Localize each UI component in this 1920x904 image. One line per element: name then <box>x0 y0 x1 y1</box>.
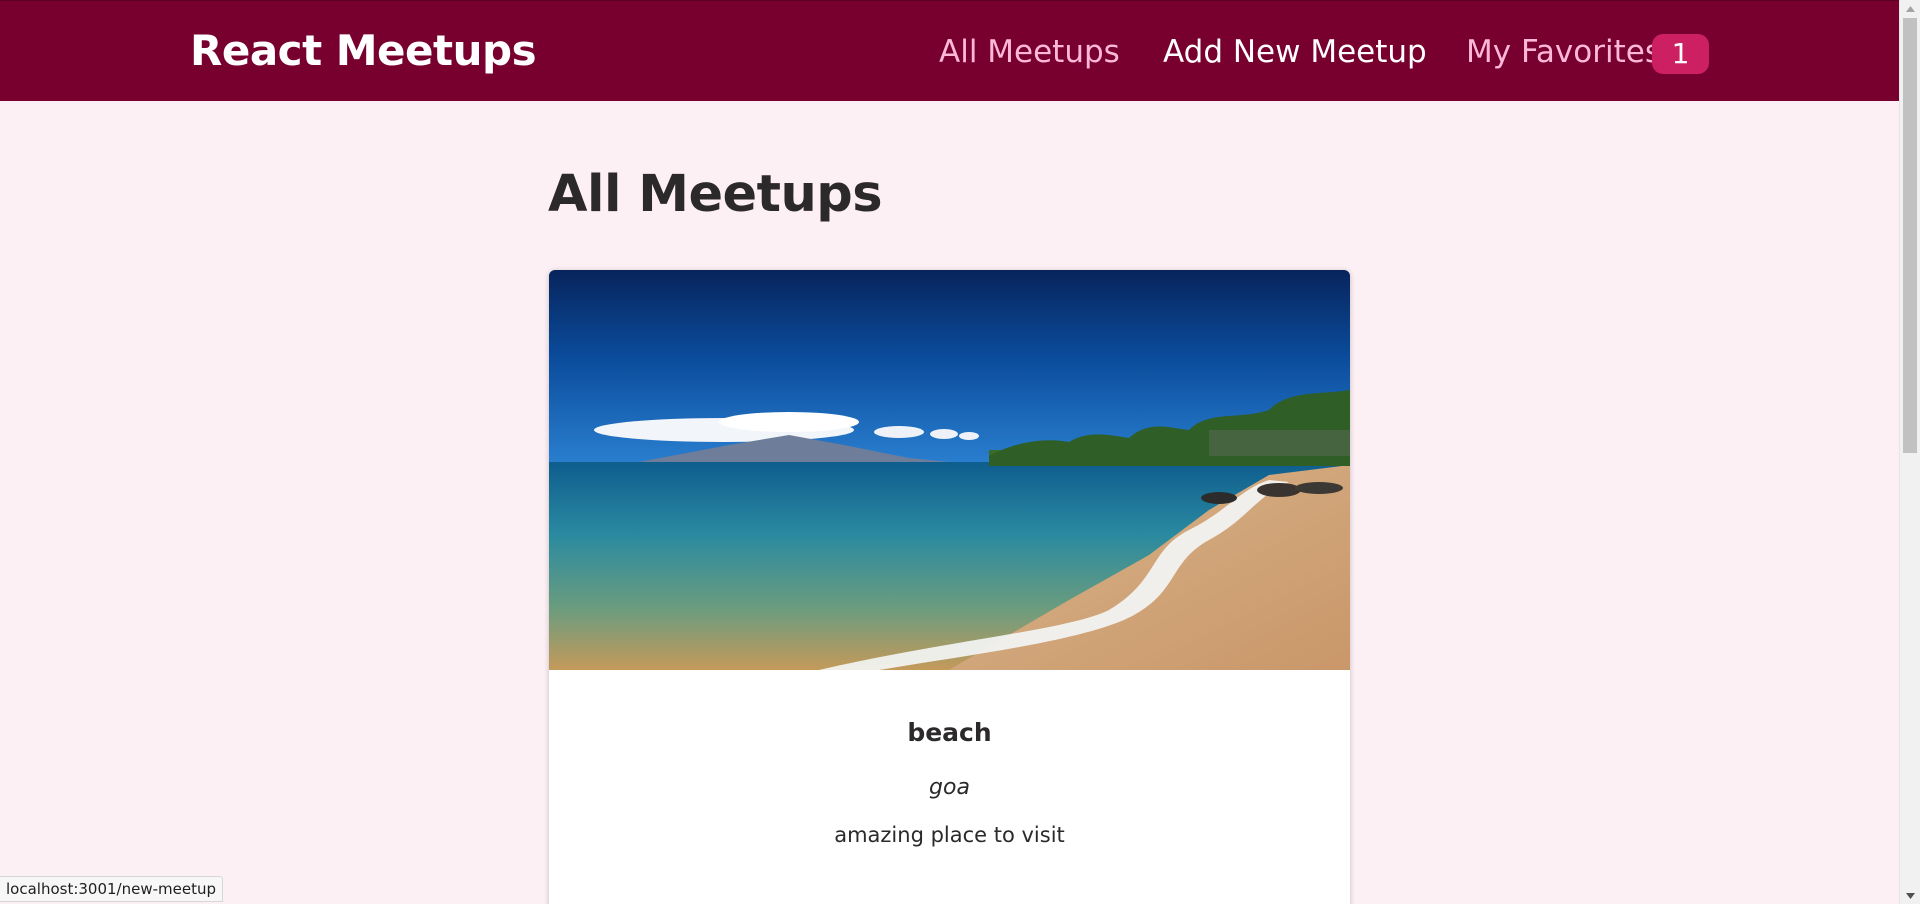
page-title: All Meetups <box>548 165 883 224</box>
favorites-count-badge[interactable]: 1 <box>1652 34 1709 74</box>
scrollbar-thumb[interactable] <box>1903 18 1917 453</box>
vertical-scrollbar[interactable] <box>1899 0 1920 904</box>
brand-logo[interactable]: React Meetups <box>190 25 537 77</box>
scroll-up-arrow-icon[interactable] <box>1900 0 1920 17</box>
scroll-down-arrow-icon[interactable] <box>1900 887 1920 904</box>
browser-status-bar-url: localhost:3001/new-meetup <box>0 876 224 902</box>
nav-link-all-meetups[interactable]: All Meetups <box>939 29 1120 75</box>
nav-link-add-new-meetup[interactable]: Add New Meetup <box>1163 29 1427 75</box>
browser-viewport: React Meetups All Meetups Add New Meetup… <box>0 0 1920 904</box>
meetup-address: goa <box>929 775 970 800</box>
main-navigation-header: React Meetups All Meetups Add New Meetup… <box>0 0 1899 101</box>
nav-link-my-favorites[interactable]: My Favorites <box>1466 29 1661 75</box>
meetup-card <box>549 270 1350 904</box>
meetup-image <box>549 270 1350 670</box>
meetup-description: amazing place to visit <box>834 823 1065 847</box>
meetup-title: beach <box>907 718 992 747</box>
